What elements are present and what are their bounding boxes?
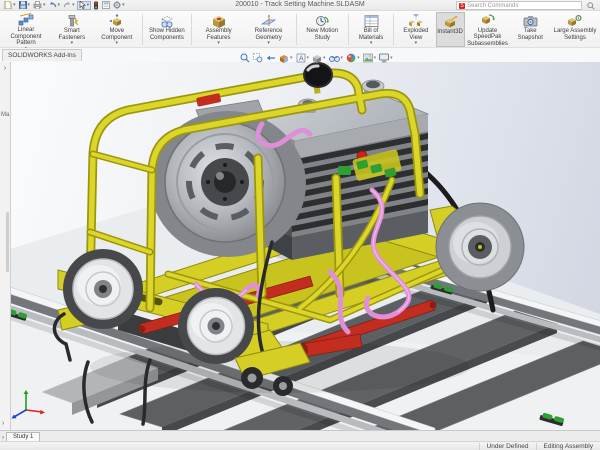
dropdown-caret: ▾	[70, 40, 74, 46]
update-speedpak-icon	[480, 13, 495, 28]
new-document-icon	[4, 1, 12, 9]
toolbar-separator	[393, 14, 395, 45]
cmd-smart-fasteners[interactable]: Smart Fasteners ▾	[50, 12, 94, 47]
cmd-reference-geometry[interactable]: Reference Geometry ▾	[244, 12, 294, 47]
search-placeholder: Search Commands	[467, 2, 519, 9]
assembly-features-icon	[211, 13, 226, 28]
display-style-icon[interactable]: ▾	[312, 53, 326, 63]
search-magnifier-icon[interactable]	[587, 2, 595, 10]
mirror	[303, 62, 333, 94]
rebuild-button[interactable]	[92, 1, 100, 10]
toolbar-separator	[190, 14, 192, 45]
dropdown-caret: ▾	[115, 40, 119, 46]
new-document-button[interactable]: ▾	[3, 1, 17, 10]
wheel-rear-left	[178, 288, 254, 364]
button-label: Take Snapshot	[517, 28, 543, 41]
move-component-icon	[109, 13, 124, 28]
new-motion-study-icon	[315, 13, 330, 28]
dropdown-caret: ▾	[267, 40, 270, 46]
title-bar: ▾ ▾ ▾ ▾ ▾ ▾ ▾ 200010 - Track Setting Mac…	[0, 0, 600, 11]
toolbar-separator	[295, 14, 297, 45]
cmd-exploded-view[interactable]: Exploded View ▾	[396, 12, 435, 47]
dropdown-caret: ▾	[217, 40, 220, 46]
undo-button[interactable]: ▾	[48, 1, 62, 10]
take-snapshot-icon	[523, 13, 538, 28]
dropdown-caret: ▾	[369, 40, 373, 46]
heads-up-view-toolbar: ▾ A ▾ ▾ ▾ ▾ ▾ ▾	[240, 51, 393, 64]
file-properties-button[interactable]	[101, 1, 111, 10]
svg-text:A: A	[299, 55, 304, 62]
toolbar-separator	[141, 14, 143, 45]
exploded-view-icon	[408, 13, 424, 28]
wheel-front-left	[63, 249, 143, 329]
status-bar: Under Defined Editing Assembly	[0, 441, 600, 450]
large-assembly-settings-icon	[567, 13, 583, 28]
viewport-corner-flyout-arrow[interactable]: ›	[2, 420, 4, 427]
panel-expand-arrow[interactable]: ›	[0, 65, 10, 72]
apply-scene-icon[interactable]: ▾	[362, 53, 376, 63]
button-label: Large Assembly Settings	[553, 28, 597, 41]
file-properties-icon	[102, 1, 110, 9]
button-label: Linear Component Pattern	[10, 27, 42, 46]
dynamic-annotation-views-icon[interactable]: A ▾	[296, 53, 309, 63]
print-button[interactable]: ▾	[32, 1, 47, 10]
select-cursor-icon	[79, 1, 86, 9]
cmd-show-hidden-components[interactable]: Show Hidden Components	[145, 12, 189, 47]
smart-fasteners-icon	[65, 13, 79, 28]
previous-view-icon[interactable]	[266, 53, 276, 63]
wheel-rear-right	[435, 202, 525, 292]
tab-motion-study[interactable]: Study 1	[6, 432, 41, 441]
show-hidden-components-icon	[159, 13, 174, 28]
button-label: Show Hidden Components	[148, 28, 185, 41]
cmd-move-component[interactable]: Move Component ▾	[94, 12, 140, 47]
solidworks-window: ▾ ▾ ▾ ▾ ▾ ▾ ▾ 200010 - Track Setting Mac…	[0, 0, 600, 450]
cmd-new-motion-study[interactable]: New Motion Study	[299, 12, 347, 47]
undo-icon	[49, 1, 56, 8]
button-label: Update SpeedPak Subassemblies	[467, 27, 508, 47]
command-manager-toolbar: Linear Component Pattern ▾ Smart Fastene…	[0, 11, 600, 51]
options-gear-icon	[113, 1, 122, 9]
cmd-linear-component-pattern[interactable]: Linear Component Pattern ▾	[2, 12, 50, 51]
search-commands-box[interactable]: S Search Commands	[456, 1, 582, 10]
rebuild-traffic-light-icon	[94, 1, 99, 9]
bill-of-materials-icon	[364, 13, 379, 28]
quick-access-toolbar: ▾ ▾ ▾ ▾ ▾ ▾ ▾	[0, 0, 126, 10]
view-settings-icon[interactable]: ▾	[379, 53, 393, 63]
cmd-large-assembly-settings[interactable]: Large Assembly Settings	[550, 12, 600, 47]
3d-scene	[0, 62, 600, 430]
motion-study-tab-bar: › Study 1	[0, 430, 600, 441]
reference-geometry-icon	[261, 13, 277, 28]
solidworks-logo-icon: S	[459, 2, 465, 9]
dropdown-caret: ▾	[414, 40, 418, 46]
hide-show-items-icon[interactable]: ▾	[328, 53, 343, 63]
cmd-instant3d[interactable]: Instant3D	[435, 12, 465, 47]
button-label: Instant3D	[437, 29, 463, 35]
panel-scrollbar-thumb[interactable]	[6, 212, 9, 272]
instant3d-icon	[443, 14, 458, 29]
cmd-take-snapshot[interactable]: Take Snapshot	[511, 12, 550, 47]
constraint-status: Under Defined	[478, 442, 536, 450]
save-icon	[18, 1, 27, 9]
options-button[interactable]: ▾	[112, 1, 126, 10]
cmd-bill-of-materials[interactable]: Bill of Materials ▾	[351, 12, 391, 47]
select-tool-button[interactable]: ▾	[76, 0, 92, 10]
editing-mode-status: Editing Assembly	[535, 442, 600, 450]
linear-component-pattern-icon	[18, 13, 34, 27]
zoom-to-fit-icon[interactable]	[240, 53, 250, 63]
save-button[interactable]: ▾	[18, 1, 32, 10]
panel-rotated-label: Ma	[1, 112, 10, 118]
print-icon	[33, 1, 42, 9]
edit-appearance-icon[interactable]: ▾	[346, 53, 360, 63]
button-label: New Motion Study	[306, 28, 339, 41]
tab-solidworks-addins[interactable]: SOLIDWORKS Add-Ins	[2, 49, 82, 61]
zoom-to-area-icon[interactable]	[253, 52, 263, 63]
toolbar-separator	[348, 14, 349, 45]
graphics-area[interactable]	[0, 62, 600, 430]
redo-icon	[63, 1, 71, 8]
section-view-icon[interactable]: ▾	[279, 53, 293, 63]
cmd-assembly-features[interactable]: Assembly Features ▾	[194, 12, 244, 47]
redo-button[interactable]: ▾	[62, 1, 76, 10]
cmd-update-speedpak[interactable]: Update SpeedPak Subassemblies	[465, 12, 511, 47]
feature-manager-collapsed-panel[interactable]: › Ma	[0, 62, 11, 430]
